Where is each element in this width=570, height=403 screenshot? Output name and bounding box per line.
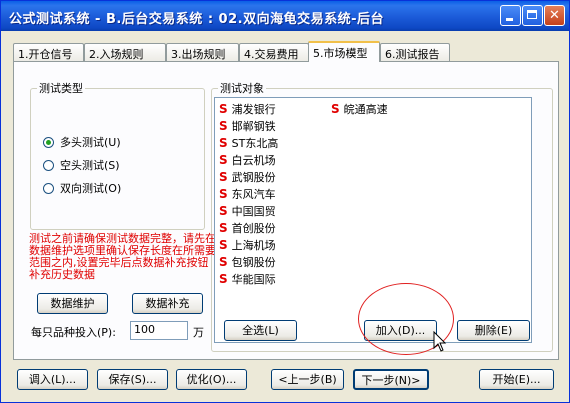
warning-text: 测试之前请确保测试数据完整，请先在数据维护选项里确认保存长度在所需要范围之内,设…	[29, 232, 216, 281]
list-item-label: 首创股份	[231, 222, 276, 235]
list-item-label: ST东北高	[231, 137, 279, 150]
next-step-button[interactable]: 下一步(N)>	[353, 369, 429, 390]
test-objects-list[interactable]: S 浦发银行 S 邯郸钢铁 S ST东北高 S 白云机场 S 武钢股份 S 东风汽车 S 中国…	[214, 97, 532, 343]
list-item-label: 白云机场	[231, 154, 276, 167]
list-item[interactable]: S 邯郸钢铁	[219, 118, 276, 134]
stock-marker: S	[219, 170, 228, 184]
stock-marker: S	[219, 187, 228, 201]
select-all-button[interactable]: 全选(L)	[224, 320, 297, 341]
list-item[interactable]: S 上海机场	[219, 237, 276, 253]
app-window: 公式测试系统 - B.后台交易系统 : 02.双向海龟交易系统-后台 ✕ 1.开…	[0, 0, 570, 403]
data-maintain-button[interactable]: 数据维护	[37, 293, 108, 314]
radio-both-indicator[interactable]	[43, 183, 54, 194]
stock-marker: S	[219, 238, 228, 252]
start-button[interactable]: 开始(E)...	[479, 369, 554, 390]
list-item-label: 武钢股份	[231, 171, 276, 184]
radio-long-label: 多头测试(U)	[60, 136, 121, 149]
call-button[interactable]: 调入(L)...	[17, 369, 88, 390]
list-item[interactable]: S 白云机场	[219, 152, 276, 168]
window-title: 公式测试系统 - B.后台交易系统 : 02.双向海龟交易系统-后台	[9, 12, 384, 27]
list-item-label: 皖通高速	[343, 103, 388, 116]
list-item[interactable]: S 武钢股份	[219, 169, 276, 185]
list-item-label: 中国国贸	[231, 205, 276, 218]
radio-short-label: 空头测试(S)	[60, 159, 120, 172]
investment-label: 每只品种投入(P):	[31, 326, 116, 339]
list-item[interactable]: S ST东北高	[219, 135, 278, 151]
data-supplement-button[interactable]: 数据补充	[132, 293, 203, 314]
close-icon: ✕	[549, 8, 560, 23]
tab-test-report[interactable]: 6.测试报告	[380, 43, 450, 61]
list-item-label: 华能国际	[231, 273, 276, 286]
list-item-label: 浦发银行	[231, 103, 276, 116]
list-item[interactable]: S 包钢股份	[219, 254, 276, 270]
list-item[interactable]: S 皖通高速	[331, 101, 388, 117]
maximize-icon	[527, 10, 537, 19]
stock-marker: S	[219, 102, 228, 116]
stock-marker: S	[219, 221, 228, 235]
stock-marker: S	[219, 119, 228, 133]
stock-marker: S	[219, 204, 228, 218]
list-item-label: 东风汽车	[231, 188, 276, 201]
tab-market-model[interactable]: 5.市场模型	[308, 41, 380, 62]
mouse-cursor-icon	[433, 331, 447, 352]
save-button[interactable]: 保存(S)...	[97, 369, 168, 390]
delete-button[interactable]: 删除(E)	[457, 320, 530, 341]
stock-marker: S	[219, 136, 228, 150]
test-objects-legend: 测试对象	[220, 82, 264, 95]
stock-marker: S	[219, 272, 228, 286]
list-item[interactable]: S 中国国贸	[219, 203, 276, 219]
radio-short-indicator[interactable]	[43, 160, 54, 171]
investment-unit: 万	[193, 326, 204, 339]
test-type-group: 测试类型 多头测试(U) 空头测试(S) 双向测试(O)	[30, 80, 205, 230]
list-item[interactable]: S 首创股份	[219, 220, 276, 236]
optimize-button[interactable]: 优化(O)...	[176, 369, 247, 390]
prev-step-button[interactable]: <上一步(B)	[271, 369, 344, 390]
stock-marker: S	[219, 153, 228, 167]
tab-trading-fees[interactable]: 4.交易费用	[239, 43, 309, 61]
list-item-label: 包钢股份	[231, 256, 276, 269]
title-bar[interactable]: 公式测试系统 - B.后台交易系统 : 02.双向海龟交易系统-后台 ✕	[1, 1, 569, 31]
radio-both-label: 双向测试(O)	[60, 182, 122, 195]
tab-exit-rules[interactable]: 3.出场规则	[166, 43, 239, 61]
minimize-icon	[506, 18, 513, 21]
tab-entry-rules[interactable]: 2.入场规则	[84, 43, 166, 61]
list-item[interactable]: S 东风汽车	[219, 186, 276, 202]
add-button[interactable]: 加入(D)...	[364, 320, 437, 341]
radio-long-test[interactable]: 多头测试(U)	[43, 134, 121, 150]
minimize-button[interactable]	[500, 5, 521, 26]
maximize-button[interactable]	[522, 5, 543, 26]
list-item[interactable]: S 浦发银行	[219, 101, 276, 117]
list-item-label: 上海机场	[231, 239, 276, 252]
investment-input[interactable]: 100	[130, 321, 188, 340]
tab-open-signal[interactable]: 1.开仓信号	[13, 43, 84, 61]
close-button[interactable]: ✕	[544, 5, 565, 26]
test-type-legend: 测试类型	[39, 82, 83, 95]
stock-marker: S	[219, 255, 228, 269]
stock-marker: S	[331, 102, 340, 116]
radio-both-test[interactable]: 双向测试(O)	[43, 180, 121, 196]
radio-long-indicator[interactable]	[43, 137, 54, 148]
list-item[interactable]: S 华能国际	[219, 271, 276, 287]
radio-short-test[interactable]: 空头测试(S)	[43, 157, 120, 173]
list-item-label: 邯郸钢铁	[231, 120, 276, 133]
